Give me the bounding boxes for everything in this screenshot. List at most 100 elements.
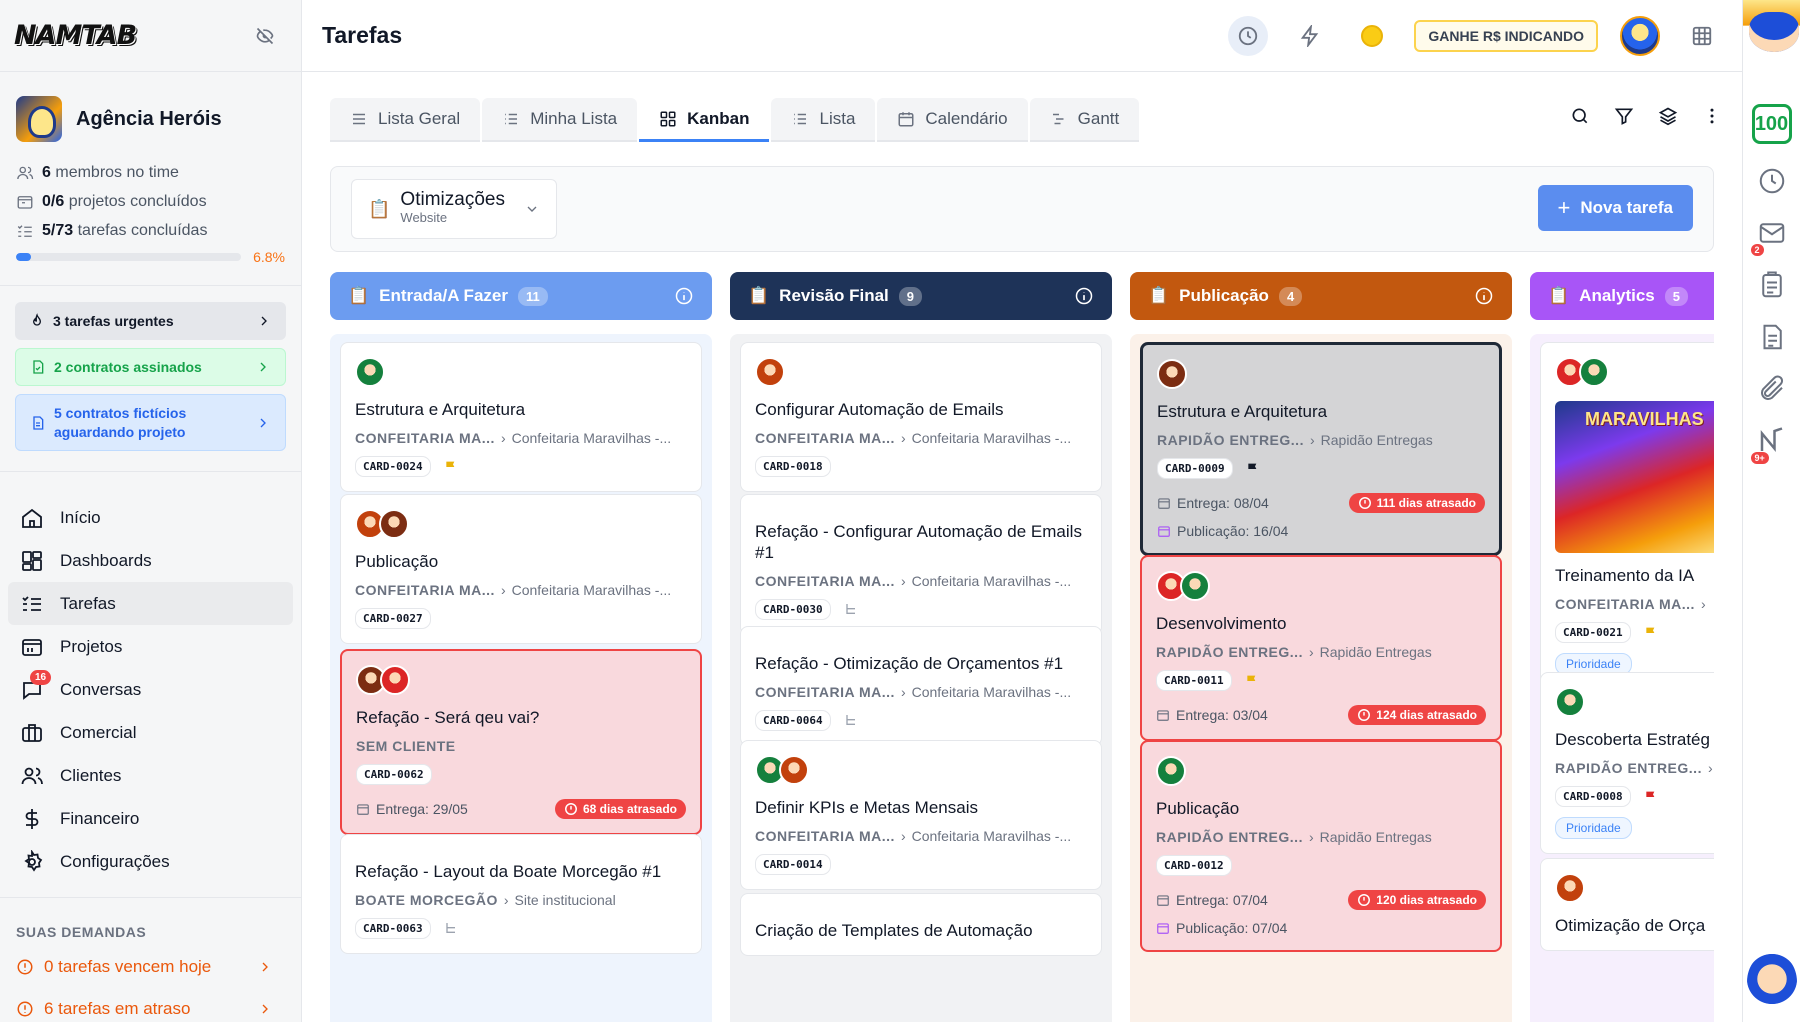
delivery-date: Entrega: 07/04	[1156, 892, 1268, 908]
nav-item-projetos[interactable]: Projetos	[8, 625, 293, 668]
nav-item-financeiro[interactable]: Financeiro	[8, 797, 293, 840]
document-rail-button[interactable]	[1757, 322, 1787, 352]
users-icon	[17, 166, 34, 179]
tasks-count: 5/73	[42, 221, 74, 239]
avatar[interactable]	[1555, 687, 1585, 717]
score-badge[interactable]: 100	[1751, 104, 1792, 144]
avatar[interactable]	[379, 509, 409, 539]
task-card[interactable]: Criação de Templates de Automação	[740, 893, 1102, 956]
card-title: Estrutura e Arquitetura	[355, 400, 526, 419]
avatar[interactable]	[355, 357, 385, 387]
tab-calendario[interactable]: Calendário	[877, 98, 1028, 142]
task-card[interactable]: MARAVILHAS Treinamento da IA CONFEITARIA M…	[1540, 342, 1714, 690]
tab-kanban[interactable]: Kanban	[639, 98, 770, 142]
task-card[interactable]: Refação - Será qeu vai? SEM CLIENTE CARD-0…	[340, 649, 702, 835]
user-avatar[interactable]	[1620, 15, 1660, 56]
fictitious-contracts-alert[interactable]: 5 contratos fictícios aguardando projeto	[15, 394, 286, 451]
delivery-label: Entrega: 07/04	[1176, 892, 1268, 908]
client-name: CONFEITARIA MA...	[355, 582, 495, 598]
project-select[interactable]: 📋 Otimizações Website	[351, 179, 557, 239]
list-icon	[505, 113, 518, 125]
task-card[interactable]: Estrutura e Arquitetura RAPIDÃO ENTREG...…	[1140, 342, 1502, 556]
avatar[interactable]	[1180, 571, 1210, 601]
card-meta: CARD-0014	[755, 854, 1087, 875]
tab-lista[interactable]: Lista	[771, 98, 876, 142]
apps-grid-button[interactable]	[1682, 16, 1722, 56]
task-card[interactable]: Descoberta Estratég RAPIDÃO ENTREG... › CAR…	[1540, 672, 1714, 854]
nav-item-inicio[interactable]: Início	[8, 496, 293, 539]
tab-gantt[interactable]: Gantt	[1029, 98, 1140, 142]
task-card[interactable]: Refação - Layout da Boate Morcegão #1 BOA…	[340, 834, 702, 954]
history-rail-button[interactable]	[1757, 166, 1787, 196]
grid-icon	[1692, 26, 1712, 45]
avatar[interactable]	[755, 357, 785, 387]
avatar[interactable]	[1579, 357, 1609, 387]
card-title: Publicação	[355, 552, 439, 571]
gantt-icon	[1052, 113, 1064, 125]
task-card[interactable]: Refação - Configurar Automação de Emails…	[740, 494, 1102, 635]
card-client: CONFEITARIA MA... › Confeitaria Maravilhas…	[755, 573, 1087, 589]
task-card[interactable]: Otimização de Orça	[1540, 858, 1714, 951]
eye-off-icon[interactable]	[255, 26, 275, 46]
nav-item-tarefas[interactable]: Tarefas	[8, 582, 293, 625]
task-card[interactable]: Estrutura e Arquitetura CONFEITARIA MA...…	[340, 342, 702, 492]
folder-icon	[17, 195, 33, 209]
avatar[interactable]	[779, 755, 809, 785]
main-nav: Início Dashboards Tarefas Projetos 16 Co…	[0, 472, 301, 883]
column-header[interactable]: 📋 Publicação 4	[1130, 272, 1512, 320]
card-title: Definir KPIs e Metas Mensais	[755, 798, 978, 817]
late-tasks-link[interactable]: 6 tarefas em atraso	[0, 988, 301, 1022]
client-name: RAPIDÃO ENTREG...	[1157, 432, 1304, 448]
avatar[interactable]	[380, 665, 410, 695]
assistant-mascot[interactable]	[1747, 952, 1797, 1012]
task-card[interactable]: Definir KPIs e Metas Mensais CONFEITARIA …	[740, 740, 1102, 890]
nav-item-comercial[interactable]: Comercial	[8, 711, 293, 754]
nav-item-dashboards[interactable]: Dashboards	[8, 539, 293, 582]
signed-contracts-alert[interactable]: 2 contratos assinados	[15, 348, 286, 386]
task-card[interactable]: Desenvolvimento RAPIDÃO ENTREG... › Rapidão…	[1140, 555, 1502, 741]
task-card[interactable]: Refação - Otimização de Orçamentos #1 CON…	[740, 626, 1102, 746]
clipboard-rail-button[interactable]	[1757, 270, 1787, 300]
column-title: Publicação	[1179, 286, 1269, 305]
layers-icon[interactable]	[1658, 106, 1678, 126]
nav-item-clientes[interactable]: Clientes	[8, 754, 293, 797]
task-card[interactable]: Configurar Automação de Emails CONFEITARI…	[740, 342, 1102, 492]
avatar[interactable]	[1156, 756, 1186, 786]
more-vertical-icon[interactable]	[1702, 106, 1722, 126]
column-header[interactable]: 📋 Entrada/A Fazer 11	[330, 272, 712, 320]
new-task-button[interactable]: + Nova tarefa	[1537, 185, 1693, 231]
notifications-rail-button[interactable]: 9+	[1750, 426, 1787, 464]
attachment-rail-button[interactable]	[1757, 374, 1787, 404]
column-header[interactable]: 📋 Analytics 5	[1530, 272, 1714, 320]
referral-button[interactable]: GANHE R$ INDICANDO	[1414, 19, 1598, 52]
chevron-right-icon: ›	[500, 430, 506, 446]
task-card[interactable]: Publicação RAPIDÃO ENTREG... › Rapidão Entr…	[1140, 740, 1502, 952]
quick-actions-button[interactable]	[1290, 16, 1330, 56]
task-card[interactable]: Publicação CONFEITARIA MA... › Confeitaria …	[340, 494, 702, 644]
coin-icon	[1361, 24, 1384, 47]
hero-mascot-image[interactable]	[1743, 0, 1800, 84]
right-rail: 100 2 9+	[1742, 0, 1800, 1022]
coins-button[interactable]	[1352, 16, 1392, 56]
chevron-right-icon: ›	[900, 828, 906, 844]
tab-lista-geral[interactable]: Lista Geral	[330, 98, 481, 142]
urgent-tasks-alert[interactable]: 3 tarefas urgentes	[15, 302, 286, 340]
avatar[interactable]	[1555, 873, 1585, 903]
app-logo[interactable]: NAMTAB	[14, 20, 137, 51]
kanban-icon	[660, 111, 676, 126]
history-button[interactable]	[1228, 15, 1269, 56]
nav-item-conversas[interactable]: 16 Conversas	[8, 668, 293, 711]
chevron-right-icon: ›	[1309, 432, 1315, 448]
agency-header[interactable]: Agência Heróis	[0, 72, 301, 158]
clipboard-icon: 📋	[748, 286, 770, 305]
avatar[interactable]	[1157, 359, 1187, 389]
publication-row: Publicação: 07/04	[1156, 920, 1486, 936]
search-icon[interactable]	[1570, 106, 1590, 126]
filter-icon[interactable]	[1614, 106, 1634, 126]
column-header[interactable]: 📋 Revisão Final 9	[730, 272, 1112, 320]
delivery-row: Entrega: 07/04 120 dias atrasado	[1156, 890, 1486, 910]
due-today-link[interactable]: 0 tarefas vencem hoje	[0, 946, 301, 988]
mail-rail-button[interactable]: 2	[1750, 218, 1787, 256]
tab-minha-lista[interactable]: Minha Lista	[482, 98, 638, 142]
nav-item-configuracoes[interactable]: Configurações	[8, 840, 293, 883]
